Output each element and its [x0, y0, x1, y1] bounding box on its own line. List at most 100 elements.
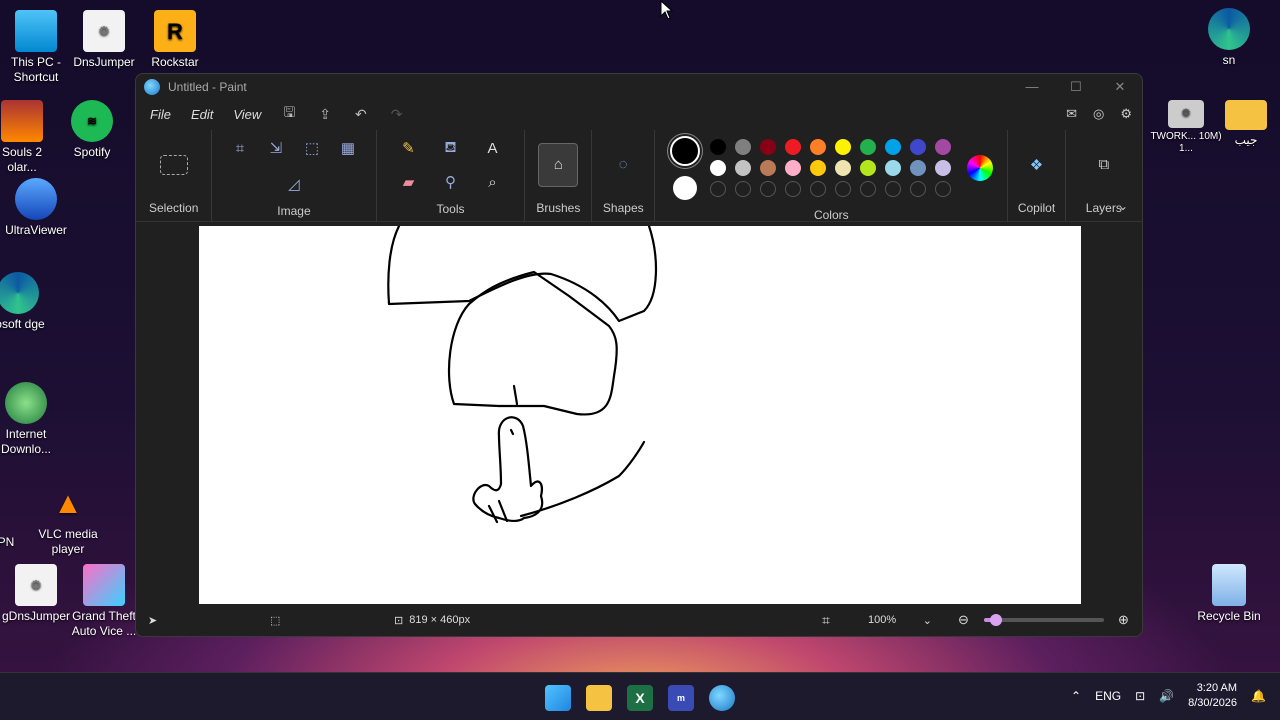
color-swatch[interactable] — [759, 160, 776, 176]
custom-color-slot[interactable] — [859, 181, 876, 197]
color-swatch[interactable] — [934, 160, 951, 176]
layers-icon[interactable]: ⧉ — [1092, 153, 1116, 177]
secondary-color-swatch[interactable] — [672, 176, 697, 200]
pencil-icon[interactable]: ✎ — [396, 136, 420, 160]
minimize-icon[interactable]: — — [1010, 79, 1054, 95]
notification-bell-icon[interactable]: 🔔 — [1251, 689, 1266, 703]
text-icon[interactable]: A — [480, 136, 504, 160]
desktop-icon-sn[interactable]: sn — [1193, 8, 1265, 68]
media-app-icon[interactable]: m — [668, 685, 694, 711]
close-icon[interactable]: ✕ — [1098, 79, 1142, 95]
edit-colors-icon[interactable] — [966, 155, 993, 181]
settings-gear-icon[interactable]: ⚙ — [1120, 106, 1132, 122]
custom-color-slot[interactable] — [709, 181, 726, 197]
desktop-icon-edge[interactable]: rosoft dge — [0, 272, 54, 332]
excel-icon[interactable]: X — [627, 685, 653, 711]
color-swatch[interactable] — [859, 160, 876, 176]
image-select-icon[interactable]: ⬚ — [300, 136, 324, 160]
paint-window[interactable]: Untitled - Paint — ☐ ✕ File Edit View 🖫 … — [135, 73, 1143, 637]
custom-color-slot[interactable] — [884, 181, 901, 197]
language-indicator[interactable]: ENG — [1095, 689, 1121, 703]
eraser-icon[interactable]: ▰ — [396, 170, 420, 194]
copilot-icon[interactable]: ❖ — [1025, 153, 1049, 177]
ribbon-collapse-chevron-icon[interactable]: ⌄ — [1118, 199, 1128, 213]
color-swatch[interactable] — [784, 139, 801, 155]
fill-bucket-icon[interactable]: ⛾ — [438, 136, 462, 160]
zoom-slider-thumb[interactable] — [990, 614, 1002, 626]
rotate-icon[interactable]: ◿ — [282, 172, 306, 196]
desktop-icon-souls[interactable]: Souls 2 olar... — [0, 100, 58, 175]
custom-color-slot[interactable] — [909, 181, 926, 197]
volume-icon[interactable]: 🔊 — [1159, 689, 1174, 703]
save-icon[interactable]: 🖫 — [283, 102, 295, 126]
color-swatch[interactable] — [784, 160, 801, 176]
color-swatch[interactable] — [884, 160, 901, 176]
desktop-icon-this-pc[interactable]: This PC - Shortcut — [0, 10, 72, 85]
file-explorer-icon[interactable] — [586, 685, 612, 711]
zoom-in-icon[interactable]: ⊕ — [1118, 612, 1129, 628]
start-windows-icon[interactable] — [545, 685, 571, 711]
color-swatch[interactable] — [709, 139, 726, 155]
paint-taskbar-icon[interactable] — [709, 685, 735, 711]
redo-icon[interactable]: ↷ — [391, 106, 403, 123]
color-swatch[interactable] — [709, 160, 726, 176]
background-removal-icon[interactable]: ▦ — [336, 136, 360, 160]
desktop-icon-ultraviewer[interactable]: UltraViewer — [0, 178, 72, 238]
fit-to-window-icon[interactable]: ⌗ — [822, 612, 830, 629]
color-swatch[interactable] — [909, 139, 926, 155]
color-picker-icon[interactable]: ⚲ — [438, 170, 462, 194]
brush-icon[interactable]: ⌂ — [538, 142, 579, 187]
zoom-out-icon[interactable]: ⊖ — [958, 612, 969, 628]
desktop-icon-folder[interactable]: جيب — [1210, 100, 1280, 148]
group-layers: ⧉ Layers — [1066, 130, 1142, 221]
maximize-icon[interactable]: ☐ — [1054, 79, 1098, 95]
color-swatch[interactable] — [909, 160, 926, 176]
network-icon[interactable]: ⊡ — [1135, 689, 1145, 703]
account-icon[interactable]: ◎ — [1093, 106, 1104, 122]
color-swatch[interactable] — [809, 160, 826, 176]
title-bar[interactable]: Untitled - Paint — ☐ ✕ — [136, 74, 1142, 100]
custom-color-slot[interactable] — [784, 181, 801, 197]
pointer-icon[interactable]: ➤ — [148, 614, 157, 627]
color-swatch[interactable] — [734, 160, 751, 176]
menu-edit[interactable]: Edit — [181, 107, 223, 122]
menu-view[interactable]: View — [223, 107, 271, 122]
drawing-canvas[interactable] — [199, 224, 1081, 604]
crop-icon[interactable]: ⌗ — [228, 136, 252, 160]
undo-icon[interactable]: ↶ — [355, 106, 367, 123]
magnifier-icon[interactable]: ⌕ — [480, 170, 504, 194]
share-feedback-icon[interactable]: ✉ — [1066, 106, 1077, 122]
color-swatch[interactable] — [834, 139, 851, 155]
selection-rectangle-icon[interactable] — [159, 154, 188, 175]
desktop-icon-idm[interactable]: Internet Downlo... — [0, 382, 62, 457]
desktop-icon-dnsjumper[interactable]: ⚙ DnsJumper — [68, 10, 140, 70]
color-swatch[interactable] — [809, 139, 826, 155]
desktop-icon-label: DnsJumper — [73, 55, 135, 69]
chevron-up-icon[interactable]: ⌃ — [1071, 689, 1081, 703]
color-swatch[interactable] — [759, 139, 776, 155]
clock[interactable]: 3:20 AM 8/30/2026 — [1188, 681, 1237, 711]
custom-color-slot[interactable] — [734, 181, 751, 197]
custom-color-slot[interactable] — [934, 181, 951, 197]
desktop-icon-gdnsjumper[interactable]: ⚙ gDnsJumper — [0, 564, 72, 624]
resize-icon[interactable]: ⇲ — [264, 136, 288, 160]
desktop-icon-vlc[interactable]: ▲ VLC media player — [32, 482, 104, 557]
zoom-slider[interactable] — [984, 614, 1104, 626]
share-icon[interactable]: ⇪ — [319, 106, 331, 123]
menu-file[interactable]: File — [140, 107, 181, 122]
color-swatch[interactable] — [884, 139, 901, 155]
desktop-icon-gta[interactable]: Grand Theft Auto Vice ... — [68, 564, 140, 639]
desktop-icon-spotify[interactable]: ≋ Spotify — [56, 100, 128, 160]
primary-color-swatch[interactable] — [669, 136, 700, 166]
custom-color-slot[interactable] — [759, 181, 776, 197]
color-swatch[interactable] — [934, 139, 951, 155]
custom-color-slot[interactable] — [834, 181, 851, 197]
shapes-icon[interactable]: ◌ — [611, 153, 635, 177]
zoom-dropdown[interactable]: 100% ⌄ — [868, 614, 932, 627]
color-swatch[interactable] — [834, 160, 851, 176]
desktop-icon-recycle-bin[interactable]: Recycle Bin — [1193, 564, 1265, 624]
custom-color-slot[interactable] — [809, 181, 826, 197]
color-swatch[interactable] — [859, 139, 876, 155]
desktop-icon-rockstar[interactable]: R Rockstar — [139, 10, 211, 70]
color-swatch[interactable] — [734, 139, 751, 155]
